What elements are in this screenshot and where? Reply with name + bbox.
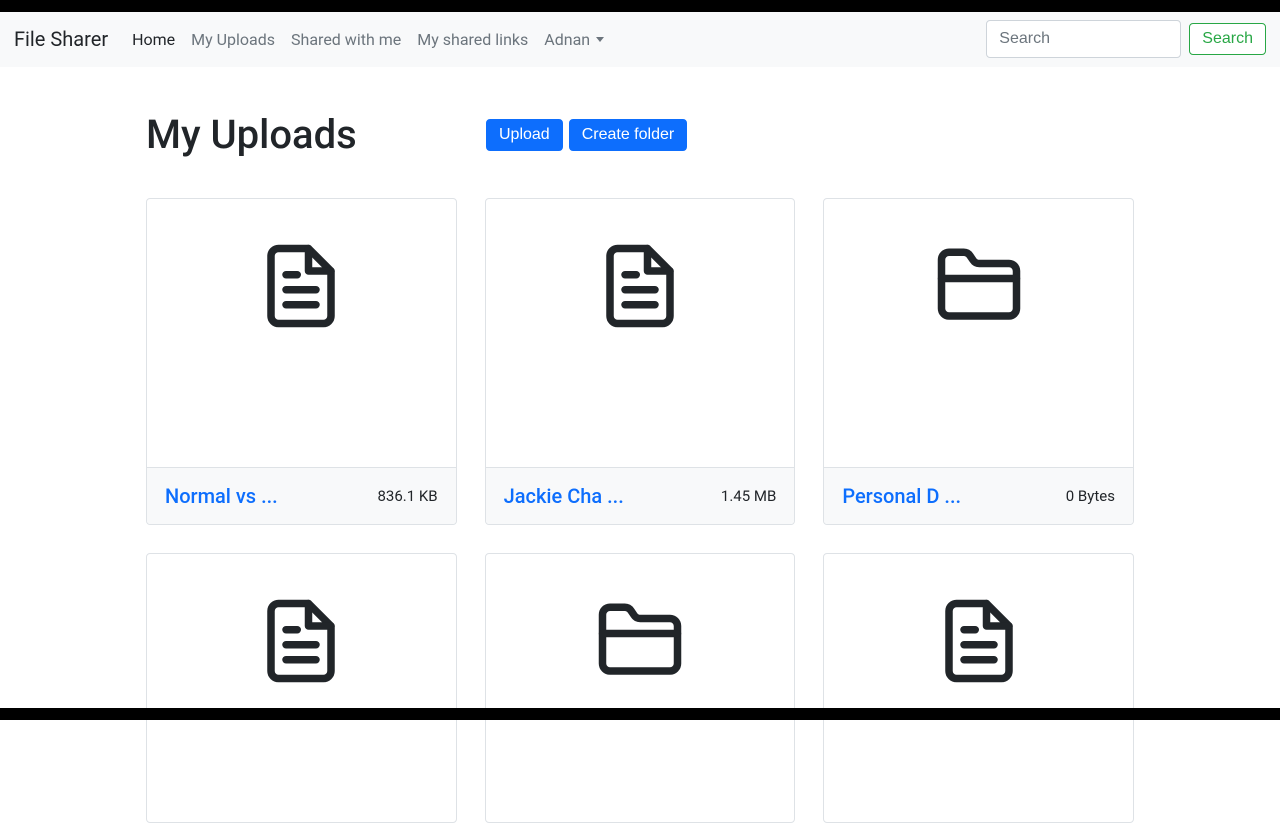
nav-link-user-dropdown[interactable]: Adnan xyxy=(536,22,612,57)
nav-link-home[interactable]: Home xyxy=(124,22,183,57)
create-folder-button[interactable]: Create folder xyxy=(569,119,688,151)
file-grid: Normal vs ... 836.1 KB Jackie Cha ... 1.… xyxy=(146,198,1134,823)
card-icon-area xyxy=(486,199,795,467)
card-size: 836.1 KB xyxy=(378,487,438,505)
nav-link-my-shared-links[interactable]: My shared links xyxy=(409,22,536,57)
nav-user-label: Adnan xyxy=(544,30,590,49)
navbar-right: Search xyxy=(986,20,1266,58)
card-icon-area xyxy=(824,554,1133,822)
search-input[interactable] xyxy=(986,20,1181,58)
nav-links: Home My Uploads Shared with me My shared… xyxy=(124,22,612,57)
card-icon-area xyxy=(147,199,456,467)
action-buttons: Upload Create folder xyxy=(486,119,687,151)
file-icon xyxy=(256,241,346,331)
file-icon xyxy=(934,596,1024,686)
card-icon-area xyxy=(824,199,1133,467)
card-size: 1.45 MB xyxy=(721,487,776,505)
folder-open-icon xyxy=(595,596,685,686)
brand[interactable]: File Sharer xyxy=(14,27,124,51)
card-icon-area xyxy=(486,554,795,822)
card-footer: Jackie Cha ... 1.45 MB xyxy=(486,467,795,524)
file-icon xyxy=(595,241,685,331)
file-icon xyxy=(256,596,346,686)
folder-card[interactable]: Personal D ... 0 Bytes xyxy=(823,198,1134,525)
file-card[interactable]: Jackie Cha ... 1.45 MB xyxy=(485,198,796,525)
card-name-link[interactable]: Personal D ... xyxy=(842,484,961,508)
navbar-left: File Sharer Home My Uploads Shared with … xyxy=(14,22,612,57)
card-name-link[interactable]: Jackie Cha ... xyxy=(504,484,624,508)
card-icon-area xyxy=(147,554,456,822)
page-title: My Uploads xyxy=(146,111,486,158)
nav-link-my-uploads[interactable]: My Uploads xyxy=(183,22,283,57)
navbar: File Sharer Home My Uploads Shared with … xyxy=(0,12,1280,67)
card-footer: Normal vs ... 836.1 KB xyxy=(147,467,456,524)
card-size: 0 Bytes xyxy=(1066,487,1115,505)
window-bottom-bar xyxy=(0,708,1280,720)
page-header: My Uploads Upload Create folder xyxy=(146,111,1134,158)
folder-card[interactable] xyxy=(485,553,796,823)
search-button[interactable]: Search xyxy=(1189,23,1266,55)
card-name-link[interactable]: Normal vs ... xyxy=(165,484,278,508)
file-card[interactable] xyxy=(823,553,1134,823)
chevron-down-icon xyxy=(596,37,604,42)
file-card[interactable]: Normal vs ... 836.1 KB xyxy=(146,198,457,525)
upload-button[interactable]: Upload xyxy=(486,119,563,151)
folder-open-icon xyxy=(934,241,1024,331)
nav-link-shared-with-me[interactable]: Shared with me xyxy=(283,22,409,57)
card-footer: Personal D ... 0 Bytes xyxy=(824,467,1133,524)
file-card[interactable] xyxy=(146,553,457,823)
window-top-bar xyxy=(0,0,1280,12)
